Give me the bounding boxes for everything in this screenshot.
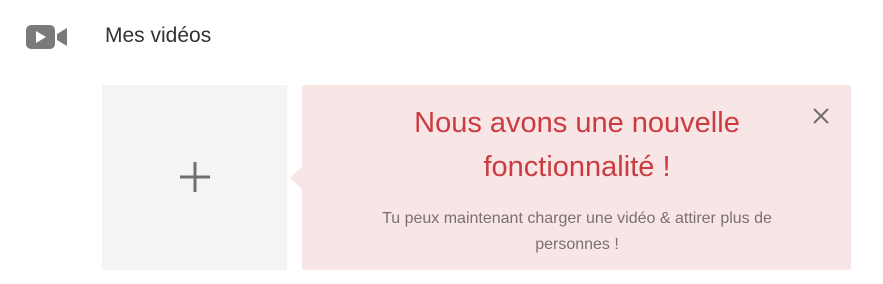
close-icon[interactable] bbox=[811, 106, 831, 126]
add-video-button[interactable] bbox=[102, 85, 287, 270]
page: Mes vidéos Nous avons une nouvelle fonct… bbox=[0, 0, 883, 284]
notice-title: Nous avons une nouvelle fonctionnalité ! bbox=[414, 107, 740, 183]
notice-text: Tu peux maintenant charger une vidéo & a… bbox=[382, 210, 772, 253]
video-camera-icon bbox=[26, 25, 68, 49]
section-header: Mes vidéos bbox=[0, 0, 883, 74]
section-title: Mes vidéos bbox=[105, 24, 212, 47]
notice-pointer bbox=[290, 167, 302, 189]
plus-icon bbox=[179, 161, 211, 193]
feature-notice: Nous avons une nouvelle fonctionnalité !… bbox=[290, 85, 851, 270]
